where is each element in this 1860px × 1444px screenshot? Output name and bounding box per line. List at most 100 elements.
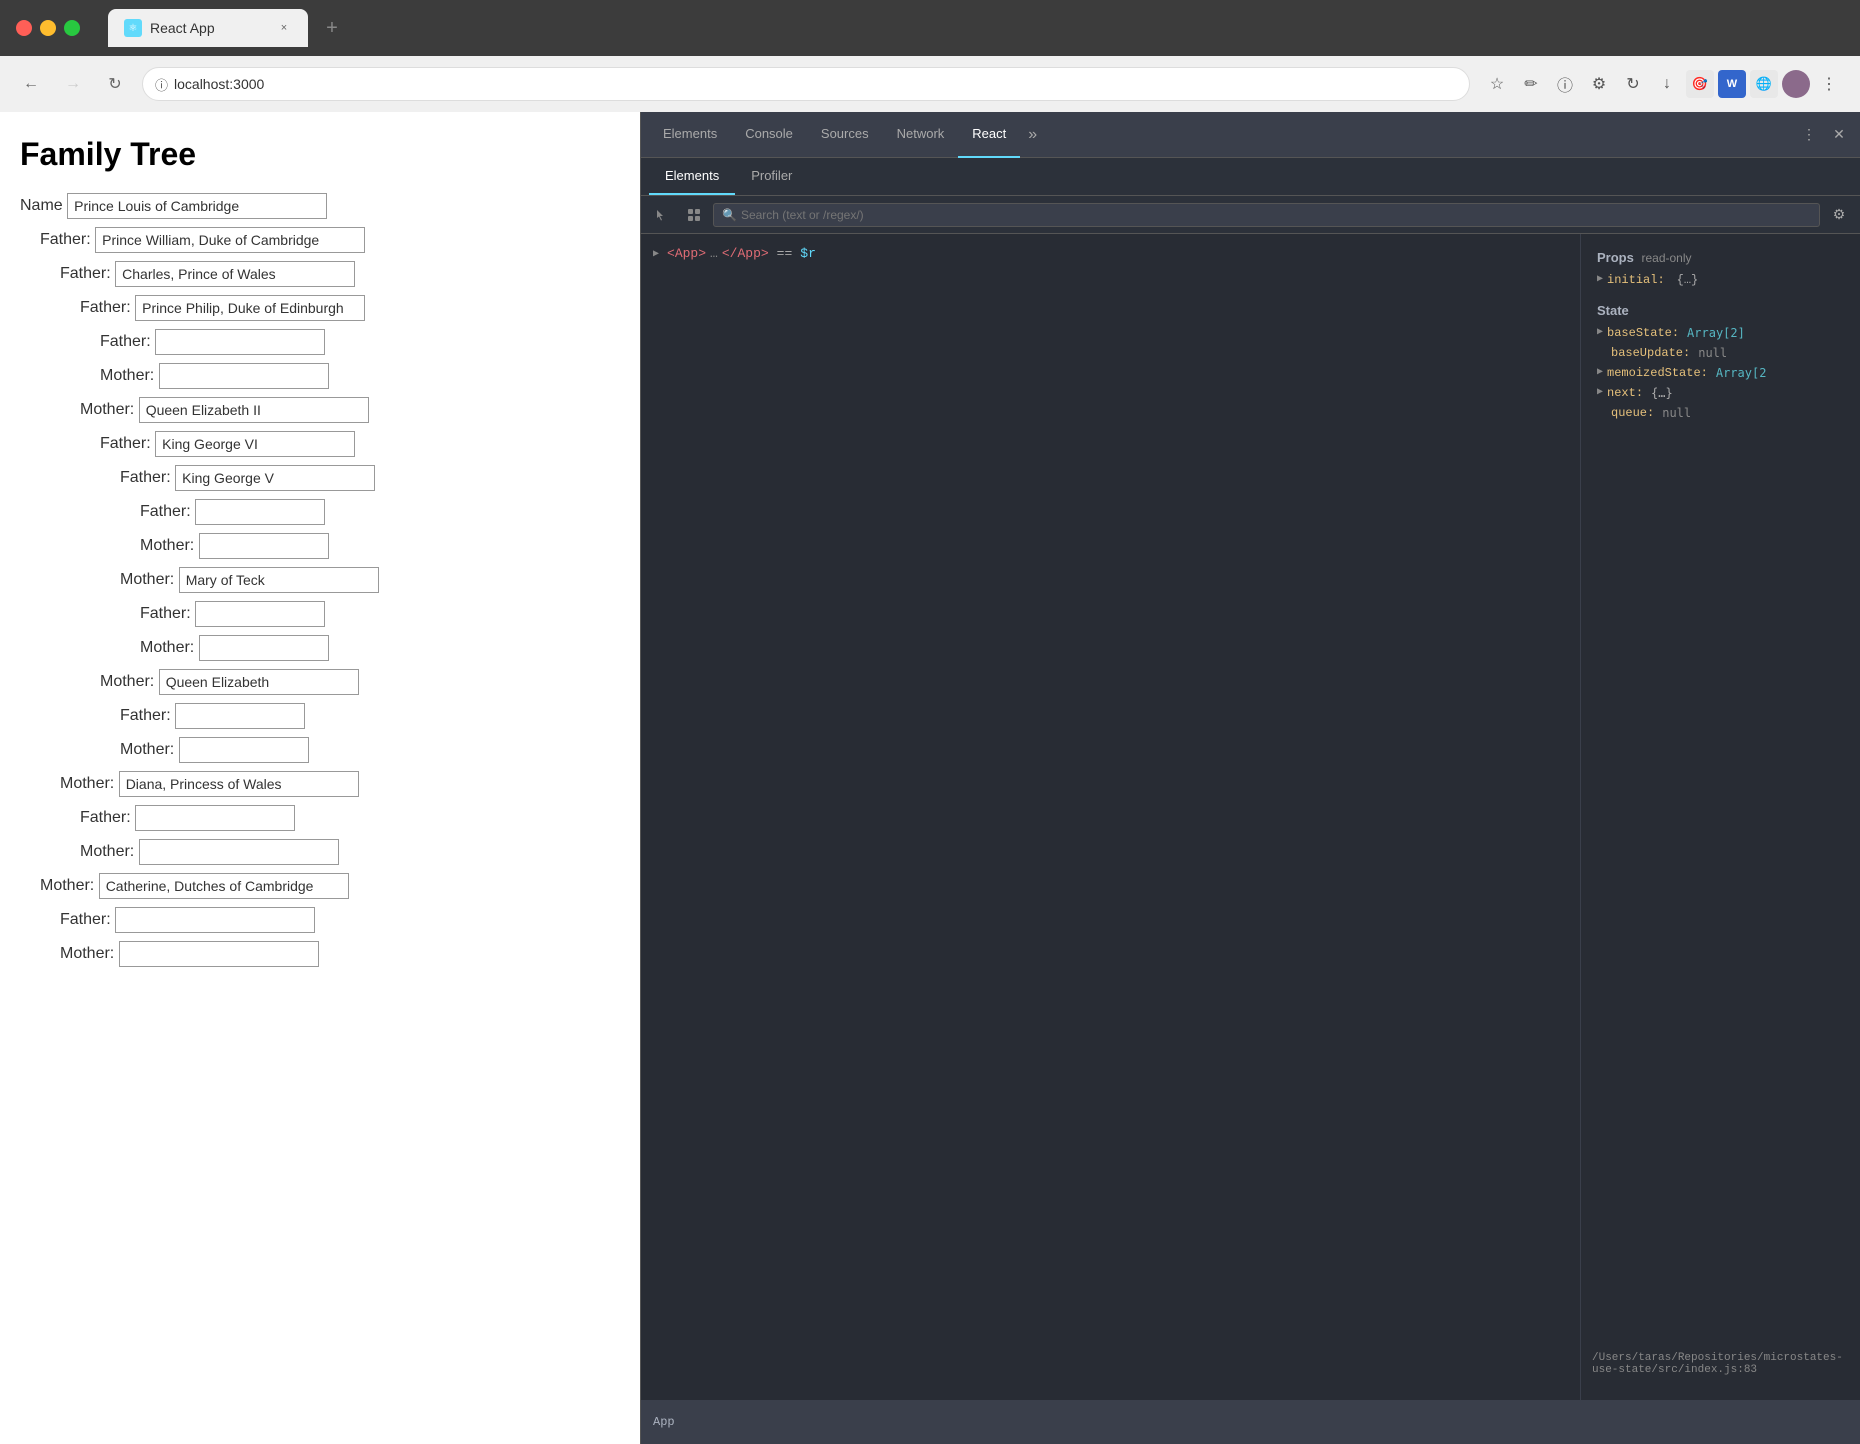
component-picker-button[interactable] [681, 202, 707, 228]
url-bar[interactable]: ⓘ localhost:3000 [142, 67, 1470, 101]
state-basestate-row: ▶ baseState: Array[2] [1597, 326, 1844, 340]
tree-app-item[interactable]: ▶ <App> … </App> == $r [641, 242, 1580, 265]
edit-icon[interactable]: ✏ [1516, 69, 1546, 99]
devtools-search[interactable]: 🔍 [713, 203, 1820, 227]
ffmfff-label: Father: [140, 503, 195, 521]
devtools-close-button[interactable]: ✕ [1826, 122, 1852, 148]
extension-icon-3[interactable]: 🌐 [1750, 70, 1778, 98]
fmm-input[interactable] [139, 839, 339, 865]
memoized-arrow-icon[interactable]: ▶ [1597, 366, 1603, 378]
devtools-toolbar: 🔍 ⚙ [641, 196, 1860, 234]
baseupdate-key: baseUpdate: [1611, 346, 1690, 360]
name-row: Name [20, 193, 620, 219]
ffmmf-row: Father: [120, 703, 620, 729]
ffff-input[interactable] [155, 329, 325, 355]
name-input[interactable] [67, 193, 327, 219]
ffmm-input[interactable] [159, 669, 359, 695]
devtools-tab-sources[interactable]: Sources [807, 112, 883, 158]
traffic-lights [16, 20, 80, 36]
extension-icon-1[interactable]: 🎯 [1686, 70, 1714, 98]
back-button[interactable]: ← [16, 69, 46, 99]
father-father-row: Father: [60, 261, 620, 287]
ffmmm-row: Mother: [120, 737, 620, 763]
props-title: Props read-only [1597, 250, 1844, 265]
refresh-button[interactable]: ↻ [100, 69, 130, 99]
new-tab-button[interactable]: + [316, 12, 348, 44]
app-tag-label: App [653, 1415, 675, 1429]
mother-1-row: Mother: [40, 873, 620, 899]
father-1-input[interactable] [95, 227, 365, 253]
devtools-dock-icon[interactable]: ⋮ [1796, 122, 1822, 148]
fffm-input[interactable] [159, 363, 329, 389]
props-readonly-label: read-only [1641, 251, 1691, 265]
ffmf-input[interactable] [155, 431, 355, 457]
ffmffm-row: Mother: [140, 533, 620, 559]
ffmfmf-input[interactable] [195, 601, 325, 627]
devtools-settings-button[interactable]: ⚙ [1826, 202, 1852, 228]
prop-initial-row: ▶ initial: {…} [1597, 273, 1844, 287]
ffmmf-label: Father: [120, 707, 175, 725]
fmf-input[interactable] [135, 805, 295, 831]
prop-arrow-icon[interactable]: ▶ [1597, 273, 1603, 285]
minimize-window-button[interactable] [40, 20, 56, 36]
ffmffm-input[interactable] [199, 533, 329, 559]
next-value: {…} [1651, 386, 1673, 400]
fffm-row: Mother: [100, 363, 620, 389]
tab-favicon-icon: ⚛ [124, 19, 142, 37]
father-1-row: Father: [40, 227, 620, 253]
maximize-window-button[interactable] [64, 20, 80, 36]
basestate-arrow-icon[interactable]: ▶ [1597, 326, 1603, 338]
ffmfff-input[interactable] [195, 499, 325, 525]
ffmffm-label: Mother: [140, 537, 199, 555]
browser-tab[interactable]: ⚛ React App × [108, 9, 308, 47]
ffmfmm-input[interactable] [199, 635, 329, 661]
father-father-input[interactable] [115, 261, 355, 287]
sub-tab-elements[interactable]: Elements [649, 157, 735, 195]
title-bar: ⚛ React App × + [0, 0, 1860, 56]
devtools-search-input[interactable] [741, 208, 1811, 222]
reload-icon[interactable]: ↻ [1618, 69, 1648, 99]
devtools-tab-react[interactable]: React [958, 112, 1020, 158]
fm-input[interactable] [119, 771, 359, 797]
father-father-label: Father: [60, 265, 115, 283]
download-icon[interactable]: ↓ [1652, 69, 1682, 99]
menu-icon[interactable]: ⋮ [1814, 69, 1844, 99]
close-window-button[interactable] [16, 20, 32, 36]
devtools-tab-console[interactable]: Console [731, 112, 807, 158]
mf-input[interactable] [115, 907, 315, 933]
queue-value: null [1662, 406, 1691, 420]
ffmfm-input[interactable] [179, 567, 379, 593]
nav-bar: ← → ↻ ⓘ localhost:3000 ☆ ✏ ⓘ ⚙ ↻ ↓ 🎯 W 🌐… [0, 56, 1860, 112]
sub-tab-profiler[interactable]: Profiler [735, 157, 808, 195]
mother-1-input[interactable] [99, 873, 349, 899]
info-icon[interactable]: ⓘ [1550, 69, 1580, 99]
url-text: localhost:3000 [174, 76, 264, 92]
ffff-row: Father: [100, 329, 620, 355]
mm-input[interactable] [119, 941, 319, 967]
devtools-more-tabs[interactable]: » [1020, 126, 1045, 144]
fmm-row: Mother: [80, 839, 620, 865]
tab-close-button[interactable]: × [276, 20, 292, 36]
ffm-input[interactable] [139, 397, 369, 423]
fff-row: Father: [80, 295, 620, 321]
ffmmm-input[interactable] [179, 737, 309, 763]
devtools-tab-elements[interactable]: Elements [649, 112, 731, 158]
user-avatar[interactable] [1782, 70, 1810, 98]
next-arrow-icon[interactable]: ▶ [1597, 386, 1603, 398]
ffmmf-input[interactable] [175, 703, 305, 729]
fff-input[interactable] [135, 295, 365, 321]
bookmark-icon[interactable]: ☆ [1482, 69, 1512, 99]
ffmfff-row: Father: [140, 499, 620, 525]
ffmff-input[interactable] [175, 465, 375, 491]
extension-icon-2[interactable]: W [1718, 70, 1746, 98]
inspect-element-button[interactable] [649, 202, 675, 228]
fff-label: Father: [80, 299, 135, 317]
settings-icon[interactable]: ⚙ [1584, 69, 1614, 99]
devtools-tab-network[interactable]: Network [883, 112, 959, 158]
tab-title: React App [150, 20, 268, 36]
ffmfm-row: Mother: [120, 567, 620, 593]
tree-tag-open: <App> [667, 246, 706, 261]
forward-button[interactable]: → [58, 69, 88, 99]
next-key: next: [1607, 386, 1643, 400]
tree-arrow-icon: ▶ [653, 248, 659, 260]
